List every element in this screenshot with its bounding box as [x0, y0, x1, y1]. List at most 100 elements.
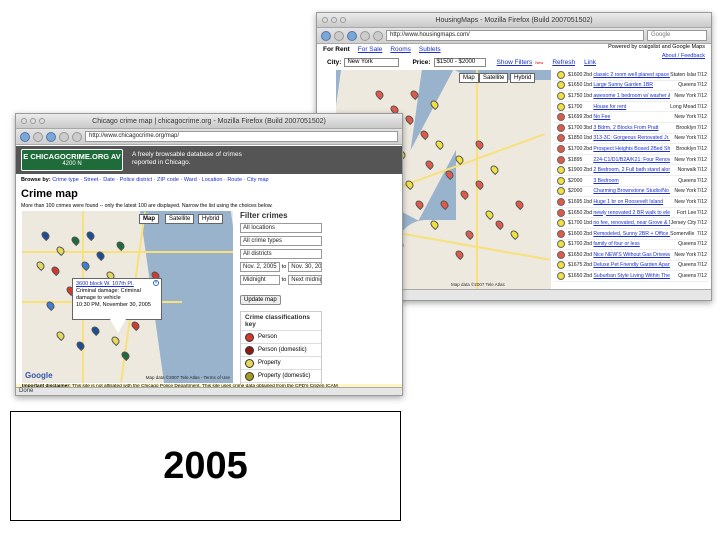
show-filters-link[interactable]: Show Filters — [497, 59, 533, 66]
listing-title[interactable]: Suburban Style Living Within The City — [593, 273, 670, 279]
map-marker-icon[interactable] — [129, 319, 142, 332]
listing-row[interactable]: $18501bd313-3C: Gorgeous Renovated Jr. 1… — [554, 134, 709, 145]
map-marker-icon[interactable] — [54, 329, 67, 342]
listing-title[interactable]: family of four or less — [593, 241, 670, 247]
date-from-select[interactable]: Nov. 2, 2005 — [240, 262, 280, 272]
minimize-icon[interactable] — [331, 17, 337, 23]
listing-title[interactable]: 3 Bedroom — [593, 178, 670, 184]
time-to-select[interactable]: Next midnight — [288, 275, 322, 285]
listing-title[interactable]: Prospect Heights Boxed 2Bed Showing — [593, 146, 670, 152]
map-tab[interactable]: Map — [459, 73, 479, 83]
listing-title[interactable]: Charming Brownstone Studio/No Fee / Hill… — [593, 188, 670, 194]
listing-row[interactable]: $2000 Charming Brownstone Studio/No Fee /… — [554, 187, 709, 198]
map-marker-icon[interactable] — [109, 334, 122, 347]
tab-for-sale[interactable]: For Sale — [358, 46, 383, 53]
stop-icon[interactable] — [59, 131, 69, 142]
refresh-link[interactable]: Refresh — [552, 59, 575, 66]
listing-row[interactable]: $1700 1bd no fee, renovated, near Grove & … — [554, 218, 709, 229]
map-marker-icon[interactable] — [438, 198, 451, 211]
listing-row[interactable]: $1895 224-C1/D1/B2A/K21: Four Renovated S… — [554, 155, 709, 166]
close-icon[interactable] — [21, 118, 27, 124]
map-tab[interactable]: Map — [139, 214, 159, 224]
map-marker-icon[interactable] — [34, 259, 47, 272]
listing-title[interactable]: No Fee — [593, 114, 670, 120]
listing-title[interactable]: newly renovated 2 BR walk to elem. schoo… — [593, 210, 670, 216]
listing-title[interactable]: Nice NEW'S Without Gas Driveway Yard Inc… — [593, 252, 670, 258]
site-logo[interactable]: E CHICAGOCRIME.ORG AV 4200 N — [21, 149, 123, 171]
listing-row[interactable]: $16502bdNice NEW'S Without Gas Driveway … — [554, 250, 709, 261]
listing-title[interactable]: 313-3C: Gorgeous Renovated Jr. 1 Bdrm w/… — [593, 135, 670, 141]
listing-row[interactable]: $1699 2bd No Fee New York 7/12 — [554, 112, 709, 123]
popup-address[interactable]: 3600 block W. 107th Pl. — [76, 281, 134, 287]
listing-row[interactable]: $1700 2bd family of four or less Queens 7/12 — [554, 240, 709, 251]
location-select[interactable]: All locations — [240, 223, 322, 233]
listing-title[interactable]: 2 Bedroom, 2 Full bath stand alone condo… — [593, 167, 670, 173]
crime-type-select[interactable]: All crime types — [240, 236, 322, 246]
listing-title[interactable]: 3 Bdrm, 2 Blocks From Pratt — [593, 125, 670, 131]
map-marker-icon[interactable] — [74, 339, 87, 352]
listing-row[interactable]: $1650 2bd Suburban Style Living Within The… — [554, 271, 709, 282]
listing-row[interactable]: $1675 2bd Deluxe Pet Friendly Garden Apart… — [554, 261, 709, 272]
map-marker-icon[interactable] — [119, 349, 132, 362]
close-icon[interactable]: × — [153, 280, 159, 286]
date-to-select[interactable]: Nov. 30, 2005 — [288, 262, 322, 272]
listing-title[interactable]: Remodeled, Sunny 2BR + Office PM, 10 190… — [593, 231, 670, 237]
close-icon[interactable] — [322, 17, 328, 23]
reload-icon[interactable] — [347, 30, 357, 41]
forward-arrow-icon[interactable] — [334, 30, 344, 41]
map-marker-icon[interactable] — [54, 244, 67, 257]
listing-row[interactable]: $16002bdRemodeled, Sunny 2BR + Office PM… — [554, 229, 709, 240]
listing-title[interactable]: Huge 1 br on Roosevelt Island — [593, 199, 670, 205]
listing-row[interactable]: $1900 2bd 2 Bedroom, 2 Full bath stand alo… — [554, 165, 709, 176]
about-link[interactable]: About / Feedback — [608, 53, 705, 59]
listing-row[interactable]: $1600 2bd classic 2 room well planed space… — [554, 70, 709, 81]
browse-links[interactable]: Crime type · Street · Date · Police dist… — [52, 177, 268, 183]
listing-row[interactable]: $17501bdawesome 1 bedroom w/ washer & dr… — [554, 91, 709, 102]
map-marker-icon[interactable] — [69, 234, 82, 247]
price-select[interactable]: $1500 - $2000 — [433, 58, 486, 67]
map-marker-icon[interactable] — [84, 229, 97, 242]
url-field[interactable]: http://www.chicagocrime.org/map/ — [85, 131, 398, 142]
home-icon[interactable] — [72, 131, 82, 142]
reload-icon[interactable] — [46, 131, 56, 142]
listing-title[interactable]: classic 2 room well planed space new kit… — [593, 72, 670, 78]
listing-row[interactable]: $17002bdProspect Heights Boxed 2Bed Show… — [554, 144, 709, 155]
listing-title[interactable]: Large Sunny Garden 1BR — [593, 82, 670, 88]
district-select[interactable]: All districts — [240, 249, 322, 259]
listing-row[interactable]: $1700 3bd 3 Bdrm, 2 Blocks From Pratt Brook… — [554, 123, 709, 134]
map-marker-icon[interactable] — [39, 229, 52, 242]
search-field[interactable]: Google — [647, 30, 707, 41]
listing-row[interactable]: $1695 1bd Huge 1 br on Roosevelt Island New… — [554, 197, 709, 208]
satellite-tab[interactable]: Satellite — [165, 214, 195, 224]
map-marker-icon[interactable] — [114, 239, 127, 252]
map-marker-icon[interactable] — [443, 168, 456, 181]
tab-for-rent[interactable]: For Rent — [323, 46, 350, 53]
listing-title[interactable]: awesome 1 bedroom w/ washer & dryer! A m… — [593, 93, 670, 99]
time-from-select[interactable]: Midnight — [240, 275, 280, 285]
listing-row[interactable]: $1650 1bd Large Sunny Garden 1BR Queens 7/12 — [554, 81, 709, 92]
url-field[interactable]: http://www.housingmaps.com/ — [386, 30, 644, 41]
map-marker-icon[interactable] — [89, 324, 102, 337]
listing-row[interactable]: $1650 2bd newly renovated 2 BR walk to ele… — [554, 208, 709, 219]
back-arrow-icon[interactable] — [20, 131, 30, 142]
hybrid-tab[interactable]: Hybrid — [510, 73, 536, 83]
listing-title[interactable]: no fee, renovated, near Grove & Newark P… — [593, 220, 670, 226]
zoom-icon[interactable] — [340, 17, 346, 23]
minimize-icon[interactable] — [30, 118, 36, 124]
chicago-map[interactable]: Map Satellite Hybrid 3600 block W. 107th… — [22, 211, 233, 383]
stop-icon[interactable] — [360, 30, 370, 41]
hybrid-tab[interactable]: Hybrid — [198, 214, 224, 224]
back-arrow-icon[interactable] — [321, 30, 331, 41]
update-map-button[interactable]: Update map — [240, 295, 281, 305]
zoom-icon[interactable] — [39, 118, 45, 124]
forward-arrow-icon[interactable] — [33, 131, 43, 142]
listing-row[interactable]: $2000 3 Bedroom Queens 7/12 — [554, 176, 709, 187]
satellite-tab[interactable]: Satellite — [479, 73, 509, 83]
home-icon[interactable] — [373, 30, 383, 41]
listing-row[interactable]: $1700 House for rentLong Meadow7/12 — [554, 102, 709, 113]
listing-title[interactable]: 224-C1/D1/B2A/K21: Four Renovated Studio… — [593, 157, 670, 163]
city-select[interactable]: New York — [344, 58, 400, 67]
link-link[interactable]: Link — [584, 59, 596, 66]
tab-rooms[interactable]: Rooms — [390, 46, 411, 53]
tab-sublets[interactable]: Sublets — [419, 46, 441, 53]
